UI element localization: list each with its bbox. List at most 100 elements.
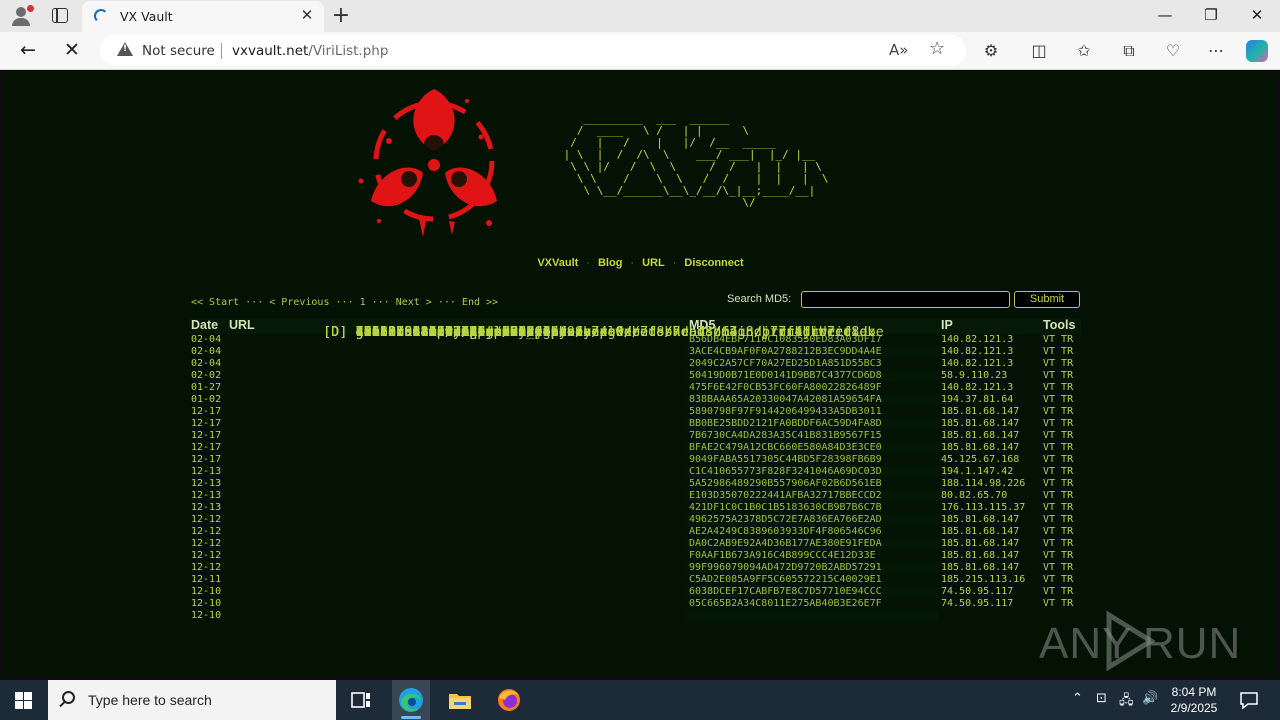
cell-ip[interactable]: 140.82.121.3 (939, 382, 1041, 394)
cell-md5[interactable]: 421DF1C0C1B0C1B5183630CB9B7B6C7B (687, 502, 939, 514)
cell-tools[interactable]: VT TR (1041, 454, 1081, 466)
address-bar[interactable]: Not secure vxvault.net/ViriList.php A» ☆ (100, 35, 966, 66)
cell-ip[interactable]: 185.215.113.16 (939, 574, 1041, 586)
menu-blog[interactable]: Blog (598, 257, 622, 269)
cell-tools[interactable]: VT TR (1041, 346, 1081, 358)
cell-tools[interactable]: VT TR (1041, 550, 1081, 562)
cell-tools[interactable]: VT TR (1041, 478, 1081, 490)
cell-tools[interactable]: VT TR (1041, 490, 1081, 502)
cell-md5[interactable]: 9049FABA5517305C44BD5F28398FB6B9 (687, 454, 939, 466)
more-menu-icon[interactable]: ⋯ (1205, 41, 1227, 60)
cell-tools[interactable]: VT TR (1041, 334, 1081, 346)
cell-md5[interactable]: BFAE2C479A12CBC660E580A84D3E3CE0 (687, 442, 939, 454)
cell-ip[interactable]: 185.81.68.147 (939, 430, 1041, 442)
cell-tools[interactable]: VT TR (1041, 382, 1081, 394)
cell-ip[interactable]: 185.81.68.147 (939, 550, 1041, 562)
url-text[interactable]: vxvault.net/ViriList.php (232, 43, 388, 59)
cell-ip[interactable]: 140.82.121.3 (939, 358, 1041, 370)
minimize-button[interactable]: — (1150, 6, 1180, 24)
cell-ip[interactable]: 45.125.67.168 (939, 454, 1041, 466)
stop-loading-icon[interactable]: ✕ (59, 39, 85, 61)
cell-tools[interactable]: VT TR (1041, 466, 1081, 478)
volume-icon[interactable]: 🔊 (1142, 691, 1158, 706)
task-view-icon[interactable] (347, 686, 375, 714)
cell-md5[interactable]: 5A52986489290B557906AF02B6D561EB (687, 478, 939, 490)
back-arrow-icon[interactable]: ← (15, 39, 41, 61)
cell-md5[interactable]: 7B6730CA4DA283A35C41B831B9567F15 (687, 430, 939, 442)
security-label[interactable]: Not secure (142, 43, 215, 59)
edge-taskbar-button[interactable] (392, 680, 430, 720)
cell-tools[interactable]: VT TR (1041, 502, 1081, 514)
menu-url[interactable]: URL (642, 257, 665, 269)
cell-ip[interactable]: 74.50.95.117 (939, 598, 1041, 610)
taskbar-search-box[interactable]: Type here to search (48, 680, 336, 720)
cell-ip[interactable]: 58.9.110.23 (939, 370, 1041, 382)
cell-ip[interactable]: 185.81.68.147 (939, 442, 1041, 454)
collections-icon[interactable]: ⧉ (1118, 41, 1140, 61)
cell-tools[interactable]: VT TR (1041, 394, 1081, 406)
cell-md5[interactable]: 50419D0B71E0D0141D9BB7C4377CD6D8 (687, 370, 939, 382)
pagination[interactable]: << Start ··· < Previous ··· 1 ··· Next >… (191, 297, 498, 308)
cell-md5[interactable]: 5890798F97F9144206499433A5DB3011 (687, 406, 939, 418)
cell-ip[interactable]: 188.114.98.226 (939, 478, 1041, 490)
cell-md5[interactable]: F0AAF1B673A916C4B899CCC4E12D33E (687, 550, 939, 562)
cell-tools[interactable]: VT TR (1041, 526, 1081, 538)
cell-tools[interactable]: VT TR (1041, 358, 1081, 370)
cell-ip[interactable]: 185.81.68.147 (939, 406, 1041, 418)
cell-ip[interactable]: 176.113.115.37 (939, 502, 1041, 514)
cell-md5[interactable]: E103D35070222441AFBA32717BBECCD2 (687, 490, 939, 502)
favorites-icon[interactable]: ✩ (1073, 41, 1095, 60)
restore-button[interactable]: ❐ (1196, 6, 1226, 24)
cell-ip[interactable]: 185.81.68.147 (939, 418, 1041, 430)
windows-start-icon[interactable] (15, 692, 32, 709)
cell-md5[interactable]: 2049C2A57CF70A27ED25D1A851D55BC3 (687, 358, 939, 370)
split-screen-icon[interactable]: ◫ (1028, 41, 1050, 60)
cell-ip[interactable]: 80.82.65.70 (939, 490, 1041, 502)
cell-md5[interactable]: 4962575A2378D5C72E7A836EA766E2AD (687, 514, 939, 526)
file-explorer-icon[interactable] (446, 686, 474, 714)
tray-overflow-icon[interactable]: ⌃ (1072, 691, 1083, 706)
cell-md5[interactable]: 475F6E42F0CB53FC60FA80022826489F (687, 382, 939, 394)
meet-now-icon[interactable]: ⊡ (1096, 691, 1107, 706)
tab-actions-icon[interactable] (52, 8, 68, 23)
favorite-star-icon[interactable]: ☆ (929, 38, 945, 59)
profile-icon[interactable] (10, 5, 34, 27)
menu-vxvault[interactable]: VXVault (537, 257, 578, 269)
cell-md5[interactable]: 838BAAA65A20330047A42081A59654FA (687, 394, 939, 406)
cell-ip[interactable] (939, 610, 1041, 622)
cell-ip[interactable]: 140.82.121.3 (939, 334, 1041, 346)
cell-md5[interactable]: 6038DCEF17CABFB7E8C7D57710E94CCC (687, 586, 939, 598)
cell-ip[interactable]: 185.81.68.147 (939, 562, 1041, 574)
cell-md5[interactable]: C5AD2E085A9FF5C605572215C40029E1 (687, 574, 939, 586)
cell-ip[interactable]: 74.50.95.117 (939, 586, 1041, 598)
cell-tools[interactable]: VT TR (1041, 586, 1081, 598)
cell-tools[interactable]: VT TR (1041, 574, 1081, 586)
cell-ip[interactable]: 140.82.121.3 (939, 346, 1041, 358)
menu-disconnect[interactable]: Disconnect (684, 257, 743, 269)
cell-md5[interactable]: AE2A4249C8389603933DF4F806546C96 (687, 526, 939, 538)
cell-tools[interactable]: VT TR (1041, 562, 1081, 574)
extensions-icon[interactable]: ⚙ (980, 41, 1002, 60)
cell-tools[interactable]: VT TR (1041, 430, 1081, 442)
cell-ip[interactable]: 194.1.147.42 (939, 466, 1041, 478)
cell-tools[interactable]: VT TR (1041, 514, 1081, 526)
cell-tools[interactable]: VT TR (1041, 406, 1081, 418)
cell-md5[interactable]: 05C665B2A34C8011E275AB40B3E26E7F (687, 598, 939, 610)
cell-md5[interactable]: 99F996079094AD472D9720B2ABD57291 (687, 562, 939, 574)
tab-vx-vault[interactable]: VX Vault ✕ (82, 1, 324, 32)
cell-ip[interactable]: 185.81.68.147 (939, 514, 1041, 526)
copilot-icon[interactable] (1246, 40, 1268, 62)
browser-essentials-icon[interactable]: ♡ (1162, 41, 1184, 60)
cell-md5[interactable]: C1C410655773F828F3241046A69DC03D (687, 466, 939, 478)
cell-tools[interactable]: VT TR (1041, 370, 1081, 382)
taskbar-clock[interactable]: 8:04 PM 2/9/2025 (1158, 684, 1230, 716)
cell-ip[interactable]: 185.81.68.147 (939, 526, 1041, 538)
cell-tools[interactable]: VT TR (1041, 538, 1081, 550)
notifications-icon[interactable] (1235, 686, 1263, 714)
cell-md5[interactable]: BB0BE25BDD2121FA0BDDF6AC59D4FA8D (687, 418, 939, 430)
close-window-button[interactable]: ✕ (1242, 6, 1272, 24)
cell-tools[interactable]: VT TR (1041, 598, 1081, 610)
tab-close-icon[interactable]: ✕ (298, 6, 316, 24)
cell-tools[interactable]: VT TR (1041, 418, 1081, 430)
read-aloud-icon[interactable]: A» (889, 41, 908, 59)
